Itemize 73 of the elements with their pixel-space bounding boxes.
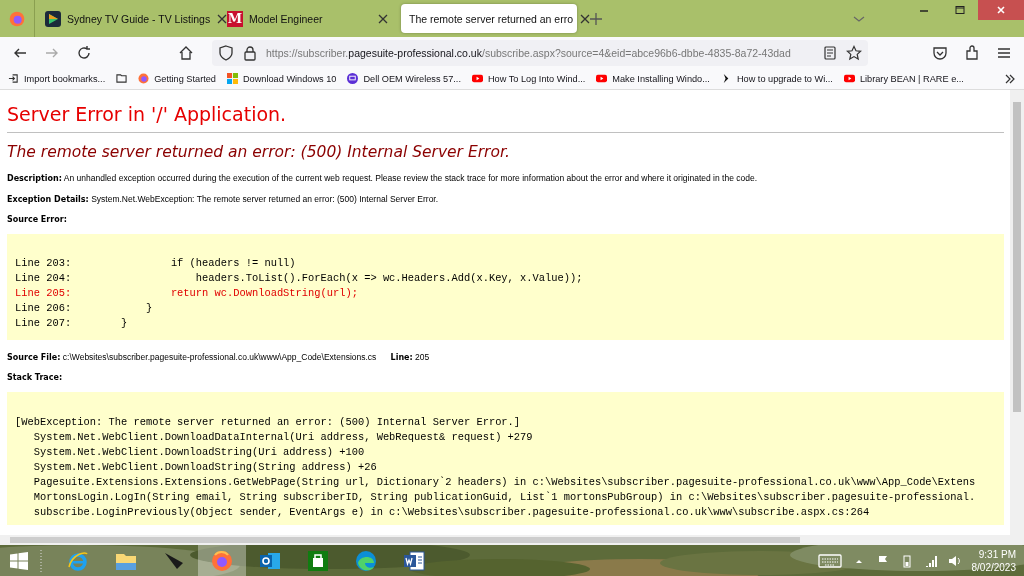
star-icon[interactable] xyxy=(846,44,862,61)
close-icon[interactable] xyxy=(579,12,591,25)
field-label: Description: xyxy=(7,174,62,183)
edge-icon[interactable] xyxy=(354,548,378,573)
horizontal-scrollbar[interactable] xyxy=(0,535,1024,545)
firefox-icon xyxy=(138,73,150,84)
stack-line: System.Net.WebClient.DownloadDataInternal(Uri address, WebRequest& request) +279 xyxy=(32,430,534,445)
stack-line: MortonsLogin.LogIn(String email, String subscriberID, String publicationGuid, List`1 mortonsPubGroup) in c:\Websites\subscriber.pagesuite-professional. xyxy=(32,490,977,505)
reader-view-icon[interactable] xyxy=(822,44,838,61)
bookmark-item[interactable]: Dell OEM Wireless 57... xyxy=(347,73,461,84)
time-text: 9:31 PM xyxy=(978,547,1016,561)
close-icon[interactable] xyxy=(216,12,229,25)
file-path: c:\Websites\subscriber.pagesuite-professional.co.uk\www\App_Code\Extensions.cs xyxy=(62,352,377,362)
puzzle-icon[interactable] xyxy=(964,44,980,61)
word-doc-icon[interactable] xyxy=(402,548,426,573)
bookmark-item[interactable]: Library BEAN | RARE e... xyxy=(843,73,964,84)
stack-line: subscribe.LoginPreviously(Object sender, EventArgs e) in c:\Websites\subscriber.pagesuite-professional.co.uk\www\subscribe.aspx.cs:264 xyxy=(32,505,871,520)
section-label: Source Error: xyxy=(7,215,68,224)
browser-tab[interactable]: M Model Engineer xyxy=(219,4,397,33)
lock-icon[interactable] xyxy=(242,44,258,61)
stack-line: [WebException: The remote server returned an error: (500) Internal Server Error.] xyxy=(15,415,522,430)
keyboard-icon[interactable] xyxy=(817,553,842,568)
vertical-scrollbar[interactable] xyxy=(1010,90,1024,535)
bookmark-item[interactable]: Import bookmarks... xyxy=(8,73,106,84)
store-bag-icon[interactable] xyxy=(306,548,330,573)
bookmark-item[interactable]: Getting Started xyxy=(138,73,216,84)
import-icon xyxy=(8,73,19,84)
more-bookmarks-icon[interactable] xyxy=(1004,72,1016,85)
code-line: Line 203: if (headers != null) xyxy=(15,256,297,271)
code-line: Line 205: return wc.DownloadString(url); xyxy=(15,286,359,301)
restore-icon[interactable] xyxy=(955,5,965,15)
bookmark-item[interactable]: How To Log Into Wind... xyxy=(471,73,586,84)
tv-guide-icon xyxy=(45,10,61,27)
error-heading: The remote server returned an error: (500) Internal Server Error. xyxy=(7,143,511,161)
clock[interactable]: 9:31 PM 8/02/2023 xyxy=(971,547,1016,574)
youtube-icon xyxy=(471,73,483,84)
signal-icon[interactable] xyxy=(923,553,938,568)
code-line: Line 207: } xyxy=(15,316,129,331)
folder-icon[interactable] xyxy=(116,73,128,84)
date-text: 8/02/2023 xyxy=(971,560,1016,574)
reload-icon[interactable] xyxy=(76,44,92,61)
home-icon[interactable] xyxy=(178,44,194,61)
youtube-icon xyxy=(596,73,608,84)
error-title: Server Error in '/' Application. xyxy=(7,103,288,125)
browser-tab[interactable]: Sydney TV Guide - TV Listings xyxy=(37,4,215,33)
stack-line: Pagesuite.Extensions.Extensions.GetWebPage(String url, Dictionary`2 headers) in c:\Websites\subscriber.pagesuite-professional.co.uk\www\App_Code\Extens xyxy=(32,475,977,490)
firefox-icon[interactable] xyxy=(9,10,25,27)
field-label: Source File: xyxy=(7,353,61,362)
youtube-icon xyxy=(843,73,855,84)
start-button[interactable] xyxy=(10,551,28,570)
code-line: Line 204: headers.ToList().ForEach(x => wc.Headers.Add(x.Key, x.Value)); xyxy=(15,271,584,286)
close-icon[interactable] xyxy=(377,12,389,25)
field-label: Exception Details: xyxy=(7,195,89,204)
description-text: An unhandled exception occurred during the execution of the current web request. Please review the stack trace for more information about the error and where it originated in the code. xyxy=(63,173,757,183)
magazine-logo-icon: M xyxy=(227,10,243,27)
code-line: Line 206: } xyxy=(15,301,154,316)
shield-icon[interactable] xyxy=(218,44,234,61)
bookmark-item[interactable]: Make Installing Windo... xyxy=(596,73,710,84)
stack-line: System.Net.WebClient.DownloadString(String address) +26 xyxy=(32,460,378,475)
section-label: Stack Trace: xyxy=(7,373,64,382)
windows-logo-icon xyxy=(227,73,238,84)
exception-text: System.Net.WebException: The remote server returned an error: (500) Internal Server Error. xyxy=(91,194,439,204)
volume-icon[interactable] xyxy=(947,553,962,568)
close-icon xyxy=(996,5,1006,15)
bookmark-item[interactable]: How to upgrade to Wi... xyxy=(720,73,833,84)
stack-line: System.Net.WebClient.DownloadString(Uri address) +100 xyxy=(32,445,366,460)
close-button[interactable] xyxy=(978,0,1024,20)
firefox-icon[interactable] xyxy=(210,548,234,573)
bookmark-item[interactable]: Download Windows 10 xyxy=(227,73,337,84)
monitor-icon xyxy=(347,73,359,84)
line-number: 205 xyxy=(415,352,430,362)
pocket-icon[interactable] xyxy=(932,44,948,61)
field-label: Line: xyxy=(390,353,413,362)
